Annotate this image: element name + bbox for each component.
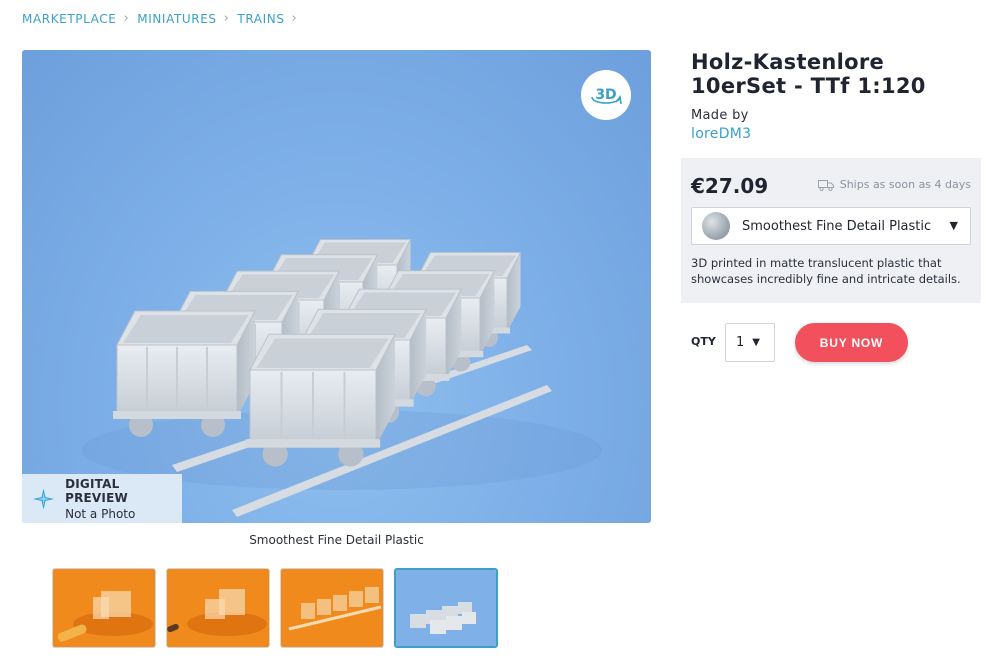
chevron-right-icon: › [291, 11, 298, 26]
digital-preview-subtitle: Not a Photo [65, 506, 136, 521]
3d-label: 3D [595, 87, 617, 103]
breadcrumb-miniatures[interactable]: MINIATURES [137, 12, 216, 26]
digital-preview-title: DIGITAL PREVIEW [65, 476, 128, 505]
shipping-info: Ships as soon as 4 days [817, 178, 971, 191]
material-description: 3D printed in matte translucent plastic … [691, 256, 961, 286]
product-render [82, 239, 602, 517]
truck-icon [817, 179, 834, 191]
breadcrumb: MARKETPLACE › MINIATURES › TRAINS › [22, 11, 305, 26]
material-swatch [702, 212, 730, 240]
price: €27.09 [691, 174, 769, 198]
qty-select[interactable]: 1 ▼ [725, 323, 775, 362]
buy-now-button[interactable]: BUY NOW [795, 323, 908, 362]
material-label: Smoothest Fine Detail Plastic [742, 218, 932, 234]
thumbnail-2[interactable] [166, 568, 270, 648]
image-caption: Smoothest Fine Detail Plastic [249, 533, 424, 547]
thumbnail-strip [52, 568, 498, 648]
thumbnail-3[interactable] [280, 568, 384, 648]
sparkle-icon [32, 487, 55, 510]
chevron-down-icon: ▼ [949, 219, 958, 232]
product-title: Holz-Kastenlore 10erSet - TTf 1:120 [691, 50, 926, 98]
view-3d-button[interactable]: 3D [581, 70, 631, 120]
qty-value: 1 [736, 335, 745, 350]
made-by-label: Made by [691, 108, 749, 123]
qty-label: QTY [691, 335, 716, 348]
price-panel: €27.09 Ships as soon as 4 days Smoothest… [681, 158, 981, 303]
material-select[interactable]: Smoothest Fine Detail Plastic ▼ [691, 207, 971, 245]
chevron-down-icon: ▼ [752, 337, 760, 348]
shipping-text: Ships as soon as 4 days [839, 178, 971, 191]
digital-preview-tag: DIGITAL PREVIEW Not a Photo [22, 474, 182, 523]
chevron-right-icon: › [223, 11, 230, 26]
breadcrumb-trains[interactable]: TRAINS [237, 12, 284, 26]
product-image-viewer[interactable]: 3D DIGITAL PREVIEW Not a Photo [22, 50, 651, 523]
thumbnail-1[interactable] [52, 568, 156, 648]
chevron-right-icon: › [123, 11, 130, 26]
maker-link[interactable]: loreDM3 [691, 126, 751, 142]
breadcrumb-marketplace[interactable]: MARKETPLACE [22, 12, 116, 26]
thumbnail-4[interactable] [394, 568, 498, 648]
